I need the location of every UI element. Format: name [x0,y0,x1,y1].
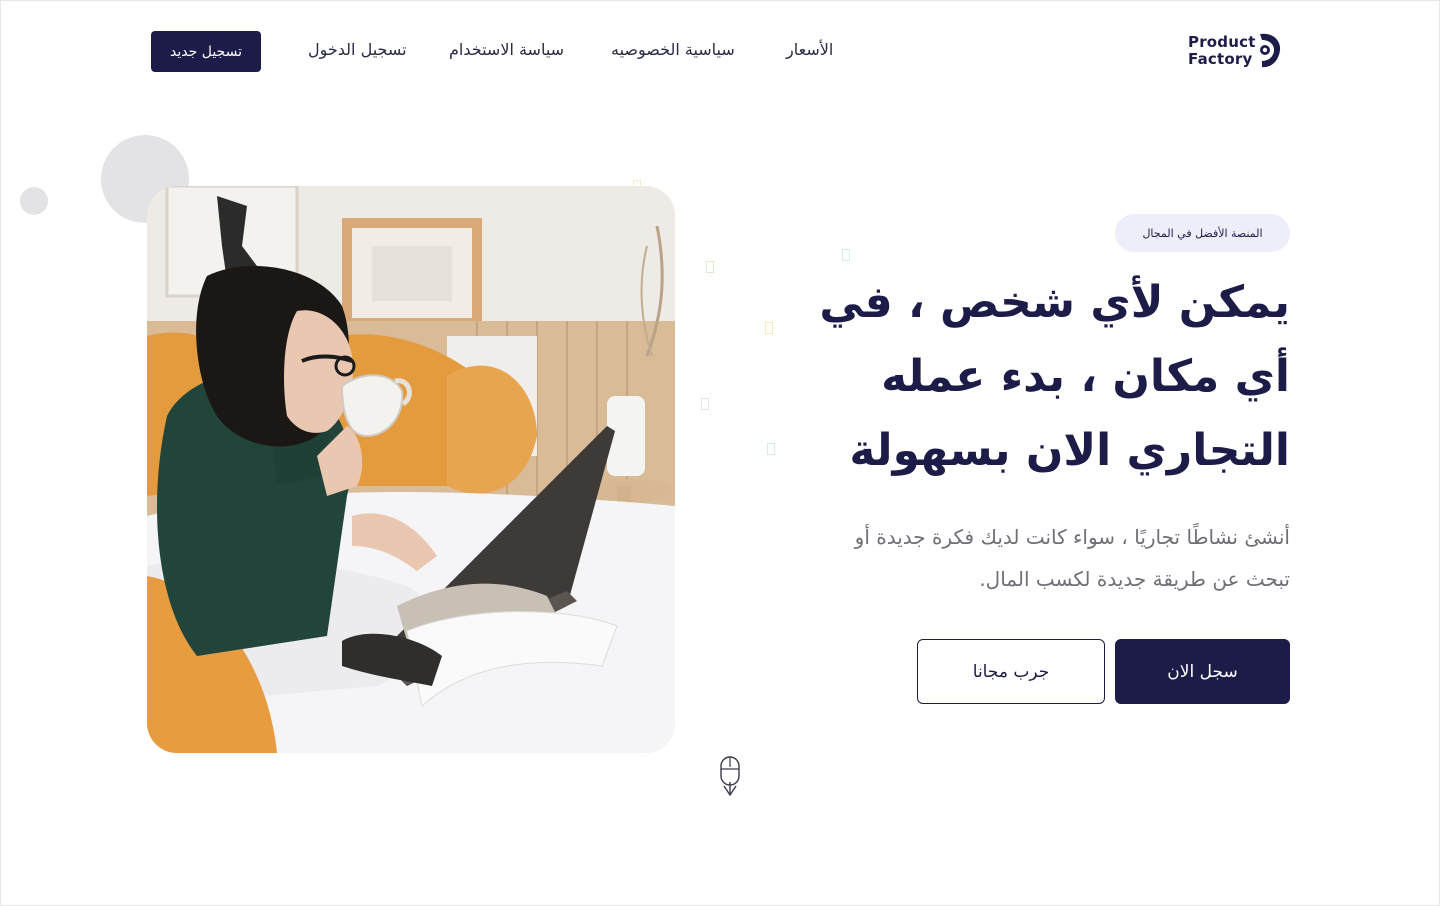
decor-confetti [767,443,775,455]
mouse-scroll-icon[interactable] [719,756,741,798]
nav-login-link[interactable]: تسجيل الدخول [308,40,407,64]
hero-title: يمكن لأي شخص ، في أي مكان ، بدء عمله الت… [810,266,1290,488]
hero-title-line-1: يمكن لأي شخص ، في [819,277,1290,328]
register-button[interactable]: تسجيل جديد [151,31,261,72]
hero-description-line-1: أنشئ نشاطًا تجاريًا ، سواء كانت لديك فكر… [854,525,1290,549]
hero-description: أنشئ نشاطًا تجاريًا ، سواء كانت لديك فكر… [820,516,1290,600]
decor-confetti [842,249,850,261]
woman-with-laptop-illustration [147,186,675,753]
decor-confetti [706,261,714,273]
decor-confetti [765,322,773,334]
hero-title-line-3: التجاري الان بسهولة [849,425,1290,476]
nav-pricing-link[interactable]: الأسعار [786,40,833,64]
logo[interactable]: Product Factory [1188,30,1284,72]
nav-privacy-link[interactable]: سياسية الخصوصيه [611,40,735,64]
register-now-button[interactable]: سجل الان [1115,639,1290,704]
decor-confetti [701,398,709,410]
hero-title-line-2: أي مكان ، بدء عمله [881,351,1290,402]
hero-badge: المنصة الأفضل في المجال [1115,214,1290,252]
nav-usage-policy-link[interactable]: سياسة الاستخدام [449,40,564,64]
decor-circle-small [20,187,48,215]
product-factory-logo-icon [1260,33,1281,68]
hero-description-line-2: .تبحث عن طريقة جديدة لكسب المال [979,567,1290,591]
try-free-button[interactable]: جرب مجانا [917,639,1105,704]
logo-wordmark: Product Factory [1188,34,1256,68]
logo-line-1: Product [1188,33,1256,51]
hero-photo [147,186,675,753]
logo-line-2: Factory [1188,50,1253,68]
